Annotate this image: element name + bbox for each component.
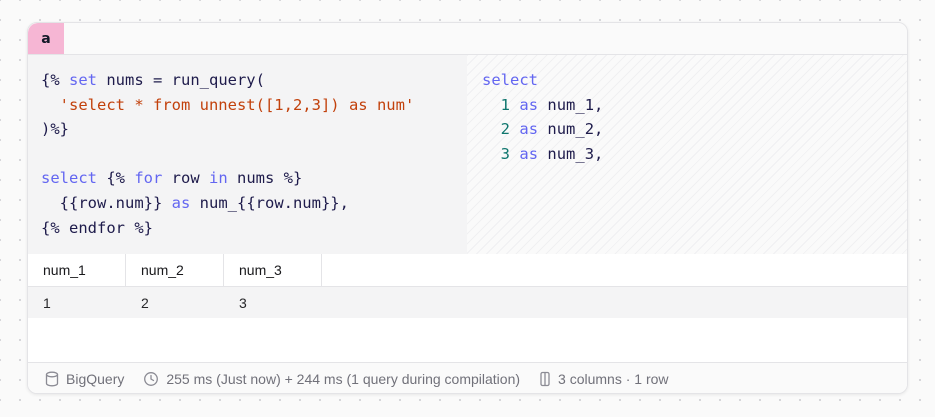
column-header-num-3[interactable]: num_3 [224,254,322,286]
source-code[interactable]: {% set nums = run_query( 'select * from … [41,68,414,240]
table-header: num_1 num_2 num_3 [28,254,907,287]
status-bar: BigQuery 255 ms (Just now) + 244 ms (1 q… [28,362,907,393]
table-cell[interactable]: 1 [28,287,126,318]
timing-text: 255 ms (Just now) + 244 ms (1 query duri… [166,370,521,387]
columns-icon [540,371,550,386]
cell-tab-bar: a [28,23,907,55]
database-name: BigQuery [66,370,125,387]
results-table: num_1 num_2 num_3 1 2 3 [28,254,907,362]
table-cell[interactable]: 2 [126,287,224,318]
database-indicator: BigQuery [45,371,124,387]
source-editor[interactable]: {% set nums = run_query( 'select * from … [28,55,467,254]
result-shape-text: 3 columns · 1 row [558,370,669,387]
timing-indicator: 255 ms (Just now) + 244 ms (1 query duri… [143,371,520,387]
column-header-num-2[interactable]: num_2 [126,254,224,286]
clock-icon [144,371,159,386]
column-header-num-1[interactable]: num_1 [28,254,126,286]
cell-tab[interactable]: a [28,23,64,54]
sql-cell-card: a {% set nums = run_query( 'select * fro… [27,22,908,394]
table-cell[interactable]: 3 [224,287,322,318]
compiled-code: select 1 as num_1, 2 as num_2, 3 as num_… [482,71,604,163]
table-row: 1 2 3 [28,287,907,318]
compiled-preview: select 1 as num_1, 2 as num_2, 3 as num_… [467,55,907,254]
database-icon [45,371,59,386]
result-shape-indicator: 3 columns · 1 row [539,370,669,387]
